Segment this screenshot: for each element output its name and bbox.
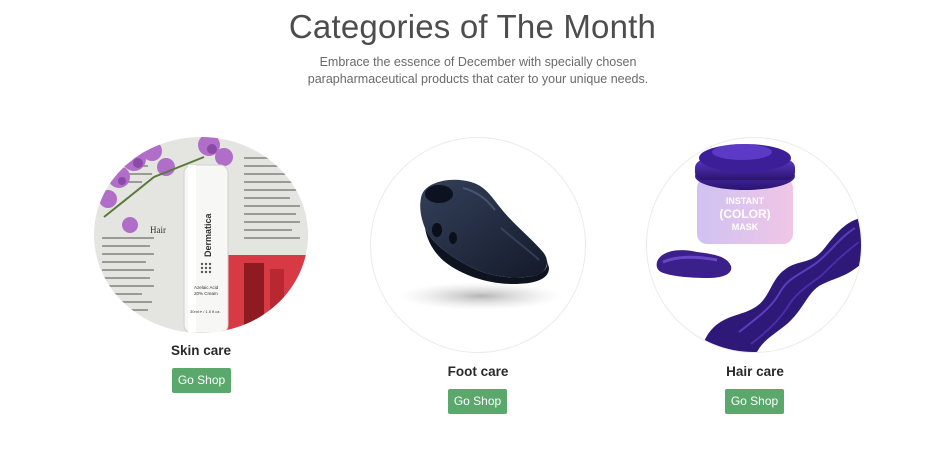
jar-label-bottom: MASK bbox=[732, 222, 759, 232]
skin-care-product-image[interactable]: Hair Dermatica Azelaic Acid 20% Cream 30… bbox=[94, 137, 308, 333]
tube-brand-text: Dermatica bbox=[203, 212, 213, 257]
hair-color-product-image[interactable]: INSTANT (COLOR) MASK bbox=[646, 137, 862, 353]
go-shop-button-skin-care[interactable]: Go Shop bbox=[172, 368, 231, 393]
jar-label-main: (COLOR) bbox=[719, 207, 770, 221]
category-name-skin-care: Skin care bbox=[170, 343, 232, 358]
go-shop-button-foot-care[interactable]: Go Shop bbox=[448, 389, 507, 414]
svg-text:Hair: Hair bbox=[150, 225, 166, 235]
category-card-skin-care: Hair Dermatica Azelaic Acid 20% Cream 30… bbox=[86, 0, 316, 449]
hair-color-icon: INSTANT (COLOR) MASK bbox=[656, 144, 861, 352]
category-name-hair-care: Hair care bbox=[726, 364, 784, 379]
go-shop-button-hair-care[interactable]: Go Shop bbox=[725, 389, 784, 414]
categories-section: Categories of The Month Embrace the esse… bbox=[0, 0, 945, 449]
skin-care-illustration: Hair Dermatica Azelaic Acid 20% Cream 30… bbox=[94, 137, 308, 333]
jar-label-top: INSTANT bbox=[726, 196, 765, 206]
category-name-foot-care: Foot care bbox=[447, 364, 509, 379]
category-card-hair-care: INSTANT (COLOR) MASK Hair care Go Shop bbox=[640, 0, 870, 449]
tube-volume-text: 30ml ℮ / 1.0 fl.oz. bbox=[190, 309, 221, 314]
tube-product-line1: Azelaic Acid bbox=[194, 285, 219, 290]
clog-shoe-image[interactable] bbox=[370, 137, 586, 353]
clog-shoe-icon bbox=[399, 179, 563, 310]
category-card-foot-care: Foot care Go Shop bbox=[363, 0, 593, 449]
tube-product-line2: 20% Cream bbox=[194, 291, 218, 296]
